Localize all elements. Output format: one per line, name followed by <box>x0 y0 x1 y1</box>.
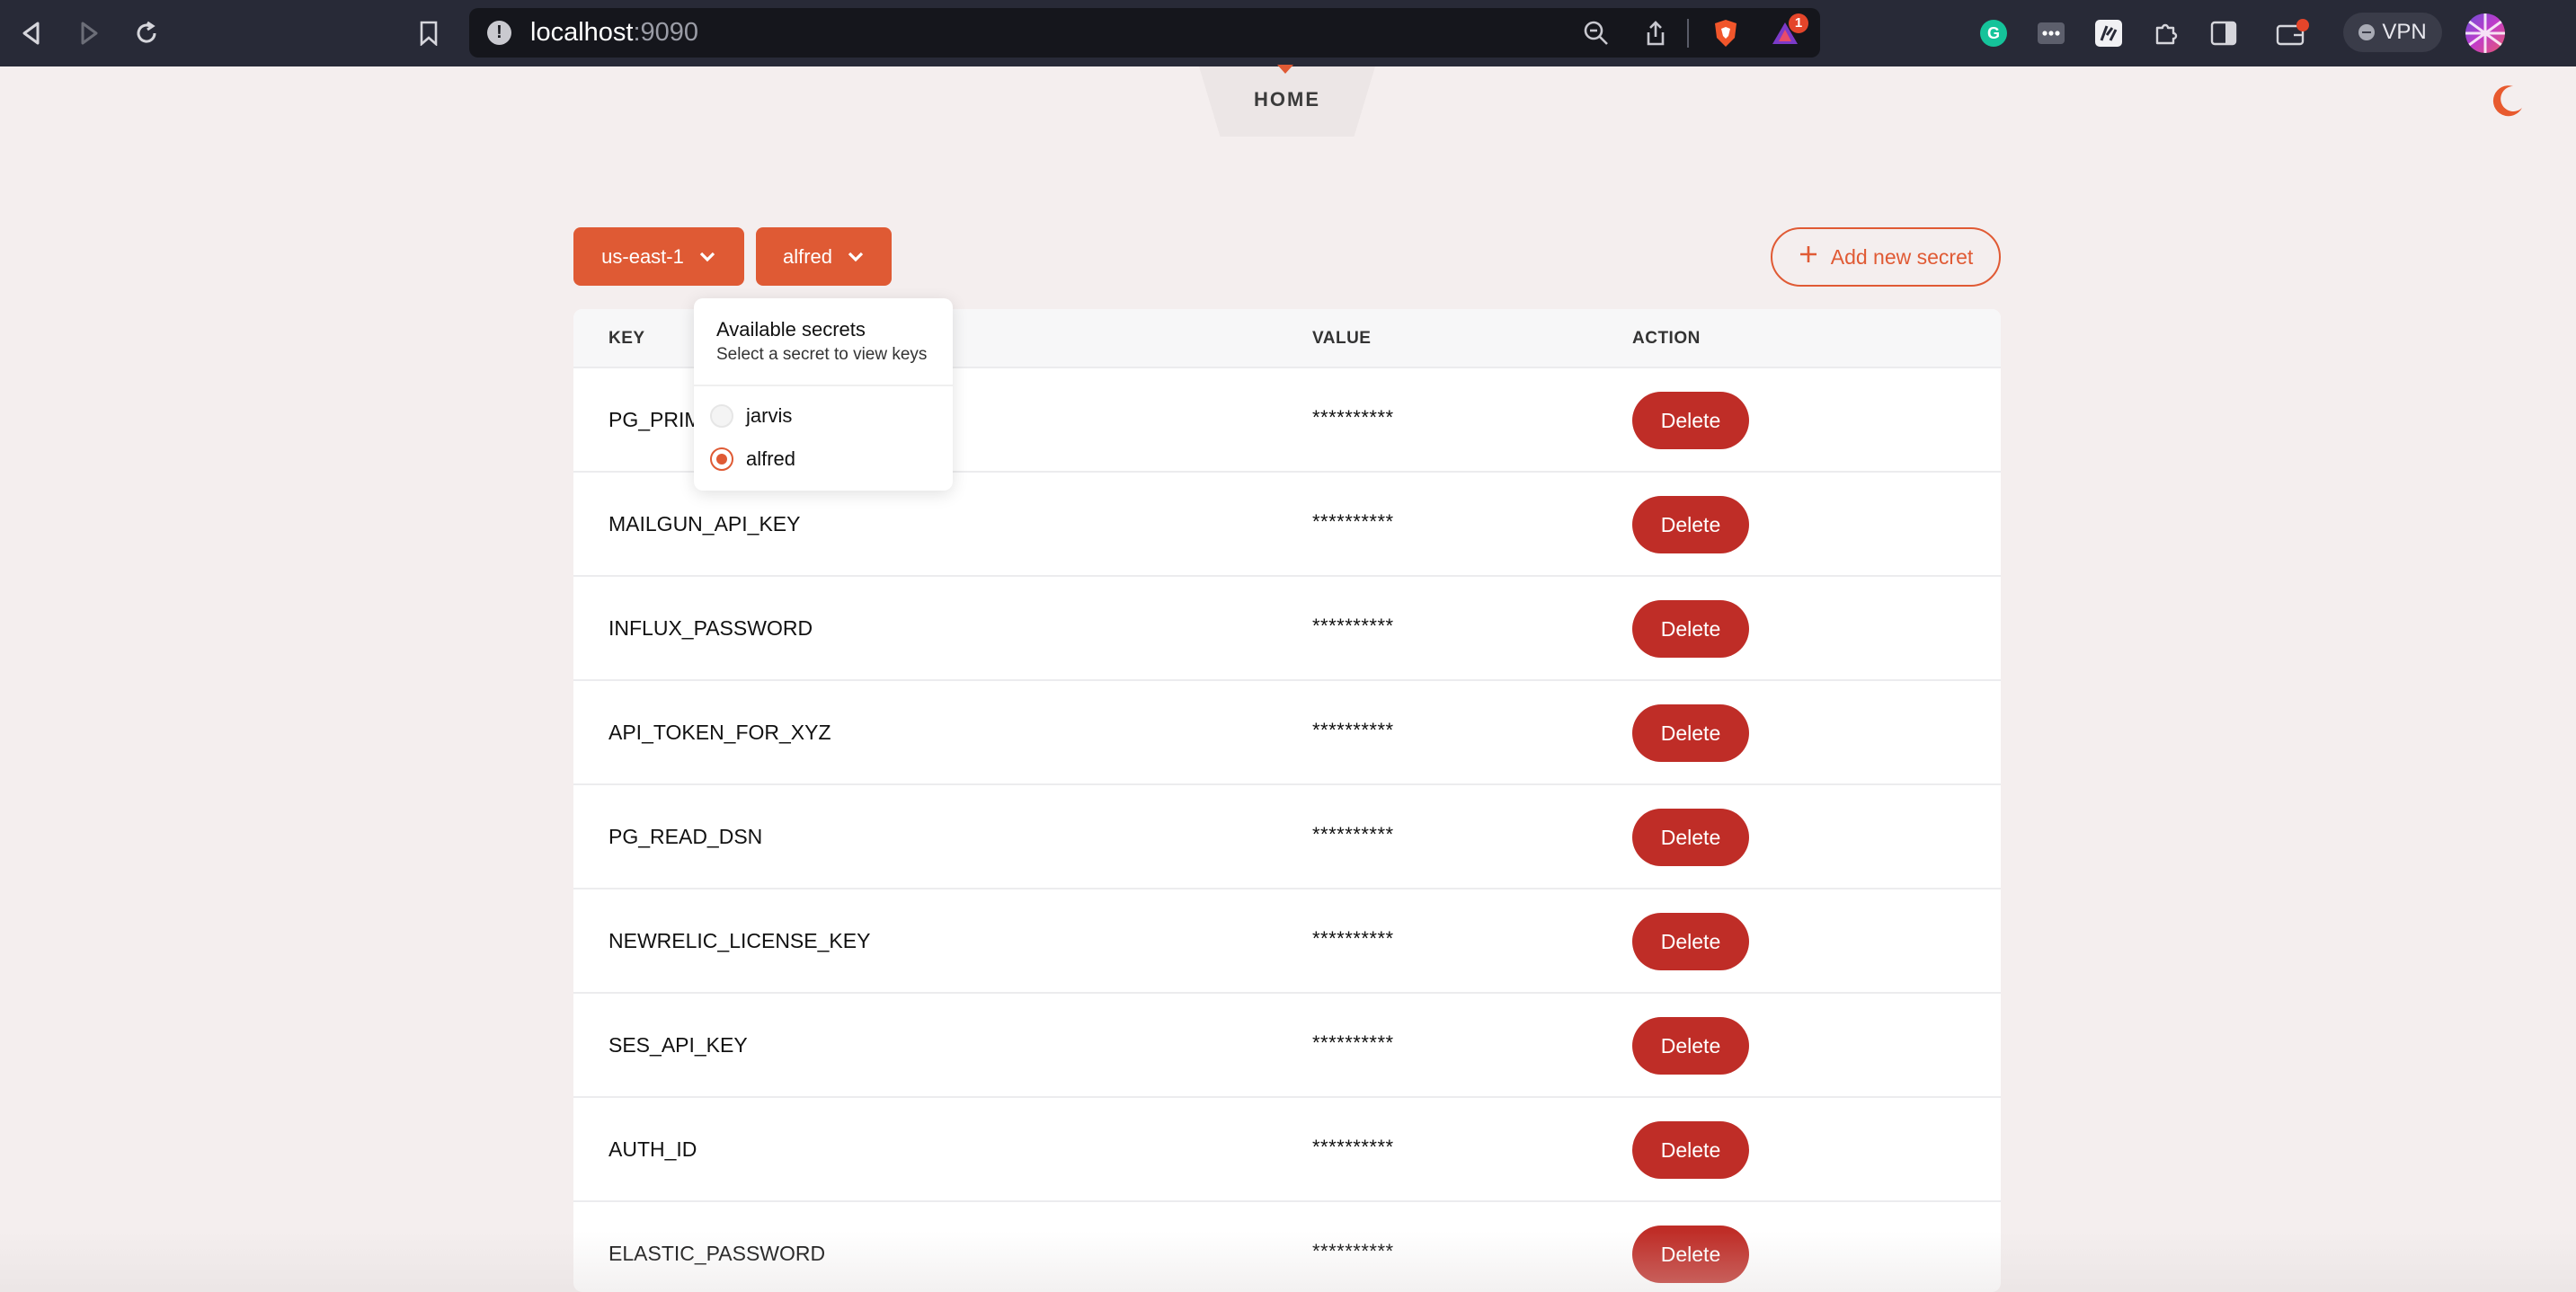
add-new-secret-button[interactable]: Add new secret <box>1771 227 2001 287</box>
vpn-status-icon <box>2358 24 2376 40</box>
radio-button[interactable] <box>710 404 733 428</box>
secret-key: PG_PRIM <box>608 408 702 431</box>
plus-icon <box>1799 244 1818 270</box>
secret-value: ********** <box>1312 615 1394 637</box>
table-row: AUTH_ID ********** Delete <box>573 1098 2001 1202</box>
secret-option-label: jarvis <box>746 404 793 427</box>
secret-dropdown-label: alfred <box>782 244 833 268</box>
delete-button[interactable]: Delete <box>1632 1017 1749 1075</box>
secret-value: ********** <box>1312 823 1394 845</box>
popover-divider <box>694 385 953 386</box>
secret-dropdown[interactable]: alfred <box>756 227 892 286</box>
table-row: INFLUX_PASSWORD ********** Delete <box>573 577 2001 681</box>
delete-button[interactable]: Delete <box>1632 600 1749 658</box>
theme-toggle-moon-icon[interactable] <box>2490 83 2526 119</box>
notification-badge: 1 <box>1789 13 1808 33</box>
delete-button[interactable]: Delete <box>1632 913 1749 970</box>
secret-key: AUTH_ID <box>608 1137 697 1161</box>
browser-toolbar: ! localhost:9090 1 G VPN <box>0 0 2576 66</box>
delete-button[interactable]: Delete <box>1632 1226 1749 1283</box>
secret-value: ********** <box>1312 719 1394 741</box>
delete-button[interactable]: Delete <box>1632 809 1749 866</box>
add-new-secret-label: Add new secret <box>1830 244 1974 269</box>
secret-key: ELASTIC_PASSWORD <box>608 1242 826 1265</box>
rewards-icon[interactable]: 1 <box>1769 13 1808 49</box>
secret-value: ********** <box>1312 1031 1394 1054</box>
url-host: localhost <box>530 18 634 47</box>
table-row: NEWRELIC_LICENSE_KEY ********** Delete <box>573 889 2001 994</box>
secret-value: ********** <box>1312 1136 1394 1158</box>
grammarly-icon[interactable]: G <box>1976 16 2011 50</box>
popover-title: Available secrets <box>716 318 866 341</box>
secret-key: PG_READ_DSN <box>608 825 763 848</box>
share-icon[interactable] <box>1639 17 1672 49</box>
brave-shield-icon[interactable] <box>1710 17 1742 49</box>
secret-key: SES_API_KEY <box>608 1033 748 1057</box>
delete-button[interactable]: Delete <box>1632 704 1749 762</box>
vpn-button[interactable]: VPN <box>2343 13 2442 52</box>
chevron-down-icon <box>698 245 716 269</box>
home-label[interactable]: HOME <box>1199 88 1375 111</box>
svg-text:G: G <box>1987 24 2000 42</box>
delete-button[interactable]: Delete <box>1632 1121 1749 1179</box>
secret-key: MAILGUN_API_KEY <box>608 512 801 535</box>
column-header-value: VALUE <box>1312 329 1372 348</box>
table-row: ELASTIC_PASSWORD ********** Delete <box>573 1202 2001 1292</box>
zoom-icon[interactable] <box>1580 17 1612 49</box>
password-manager-icon[interactable] <box>2034 16 2068 50</box>
available-secrets-popover: Available secrets Select a secret to vie… <box>694 298 953 491</box>
region-dropdown[interactable]: us-east-1 <box>573 227 744 286</box>
table-row: PG_READ_DSN ********** Delete <box>573 785 2001 889</box>
secret-value: ********** <box>1312 927 1394 950</box>
table-row: SES_API_KEY ********** Delete <box>573 994 2001 1098</box>
radio-button-selected[interactable] <box>710 447 733 471</box>
delete-button[interactable]: Delete <box>1632 496 1749 553</box>
secret-key: INFLUX_PASSWORD <box>608 616 813 640</box>
secret-option-alfred[interactable]: alfred <box>710 444 795 474</box>
secret-option-label: alfred <box>746 447 796 470</box>
site-info-icon[interactable]: ! <box>487 21 511 45</box>
home-caret-icon <box>1277 65 1293 74</box>
secret-value: ********** <box>1312 510 1394 533</box>
secret-option-jarvis[interactable]: jarvis <box>710 401 792 431</box>
vpn-label: VPN <box>2382 20 2427 44</box>
extension-logo-icon[interactable] <box>2092 16 2126 50</box>
column-header-key: KEY <box>608 329 645 348</box>
table-row: API_TOKEN_FOR_XYZ ********** Delete <box>573 681 2001 785</box>
url-separator <box>1687 19 1689 48</box>
popover-subtitle: Select a secret to view keys <box>716 345 928 364</box>
url-text: localhost:9090 <box>530 18 698 48</box>
secret-value: ********** <box>1312 1240 1394 1262</box>
address-bar[interactable]: ! localhost:9090 1 <box>469 8 1820 58</box>
reload-icon[interactable] <box>129 16 164 50</box>
back-icon[interactable] <box>14 16 49 50</box>
delete-button[interactable]: Delete <box>1632 392 1749 449</box>
secret-key: NEWRELIC_LICENSE_KEY <box>608 929 871 952</box>
extensions-puzzle-icon[interactable] <box>2149 16 2183 50</box>
secret-value: ********** <box>1312 406 1394 429</box>
url-port: :9090 <box>633 18 699 47</box>
bookmark-icon[interactable] <box>412 16 446 50</box>
secret-key: API_TOKEN_FOR_XYZ <box>608 721 831 744</box>
sidebar-icon[interactable] <box>2207 16 2241 50</box>
profile-avatar[interactable] <box>2465 13 2505 53</box>
forward-icon[interactable] <box>72 16 106 50</box>
chevron-down-icon <box>847 245 865 269</box>
column-header-action: ACTION <box>1632 329 1701 348</box>
region-dropdown-label: us-east-1 <box>601 244 684 268</box>
wallet-icon[interactable] <box>2276 16 2310 50</box>
